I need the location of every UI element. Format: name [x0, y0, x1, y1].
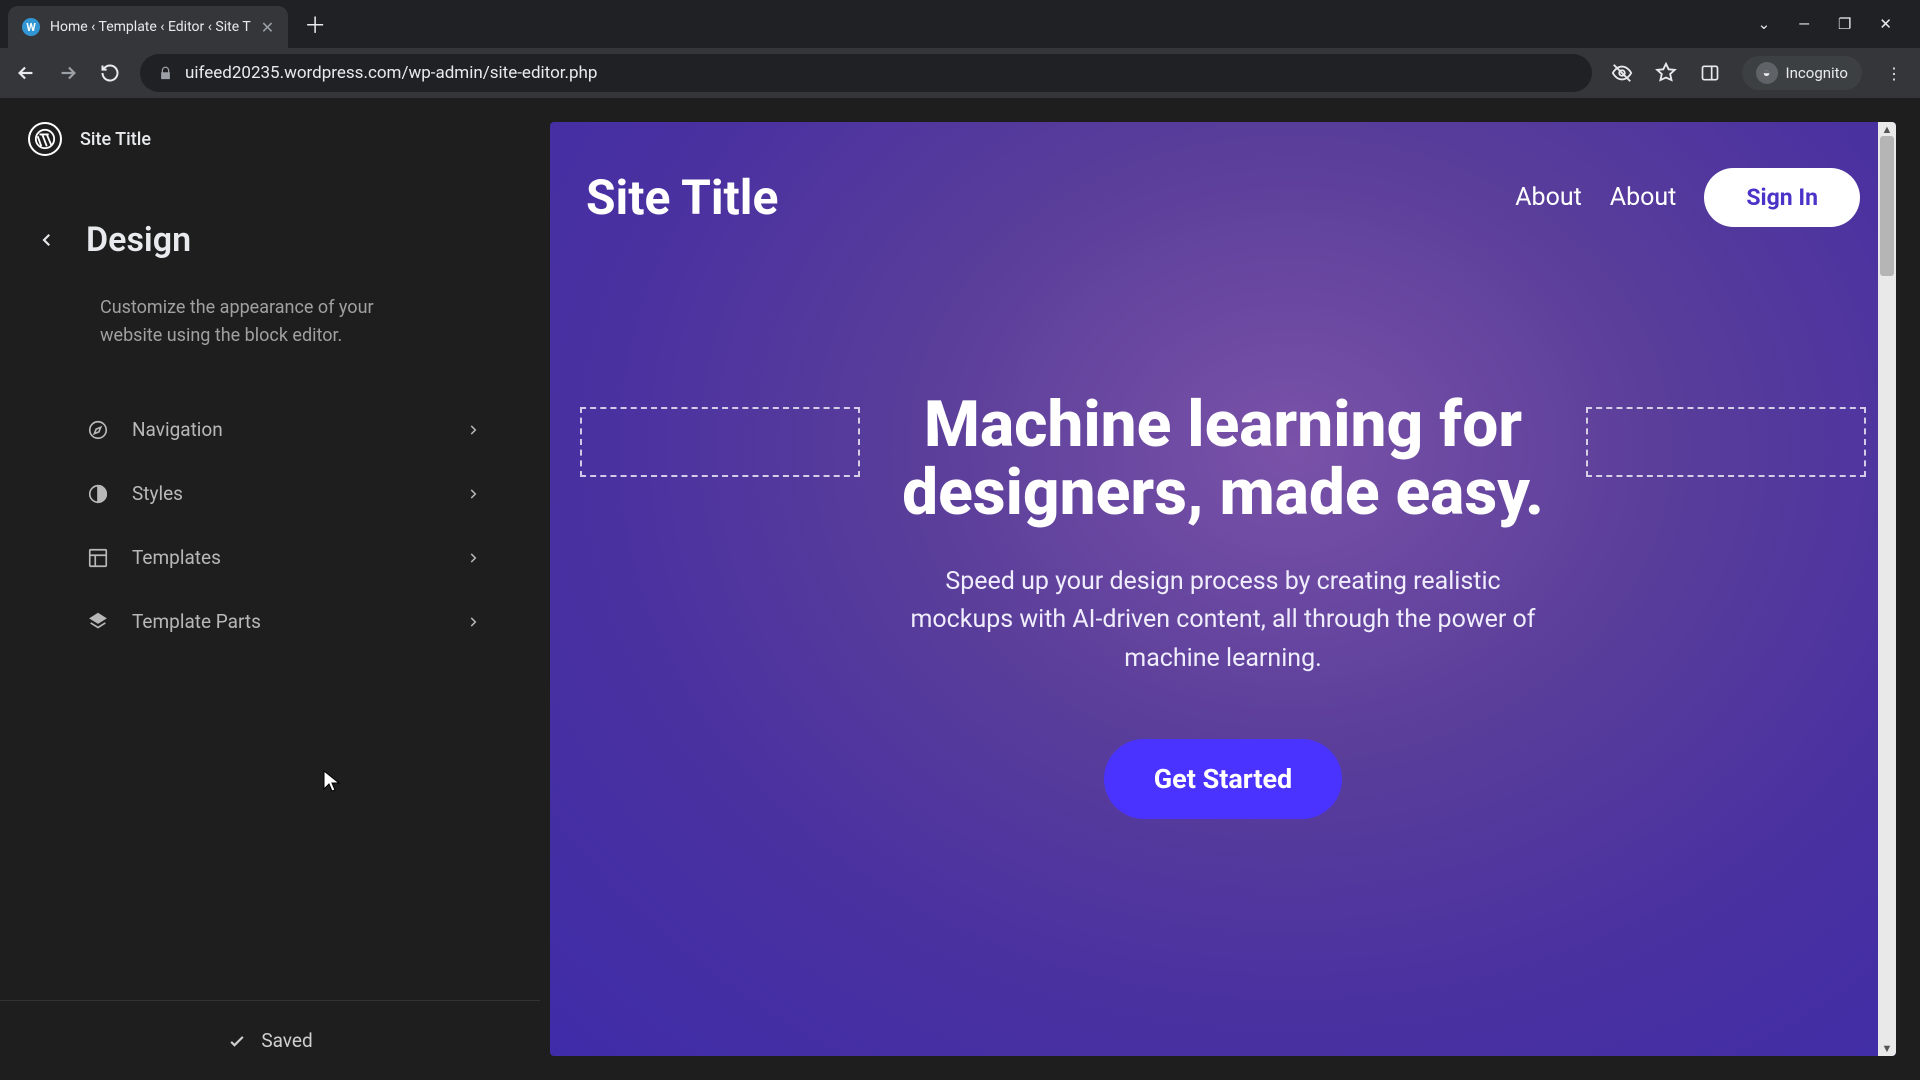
hero-title[interactable]: Machine learning for designers, made eas… [892, 391, 1554, 527]
back-icon[interactable] [14, 61, 38, 85]
sign-in-button[interactable]: Sign In [1704, 168, 1860, 227]
url-text: uifeed20235.wordpress.com/wp-admin/site-… [185, 63, 597, 83]
chevron-right-icon [466, 487, 480, 501]
close-window-icon[interactable]: ✕ [1879, 15, 1892, 33]
menu-label: Templates [132, 546, 444, 569]
incognito-badge[interactable]: ◒ Incognito [1742, 56, 1862, 90]
empty-block-placeholder-right[interactable] [1586, 407, 1866, 477]
menu-item-styles[interactable]: Styles [86, 462, 480, 526]
scroll-up-icon[interactable]: ▲ [1878, 123, 1896, 136]
save-status: Saved [0, 1000, 540, 1080]
scroll-down-icon[interactable]: ▼ [1878, 1042, 1896, 1055]
menu-item-templates[interactable]: Templates [86, 526, 480, 590]
preview-header: Site Title About About Sign In [550, 122, 1896, 227]
menu-item-navigation[interactable]: Navigation [86, 398, 480, 462]
design-sidebar: Site Title Design Customize the appearan… [0, 98, 540, 1080]
menu-label: Template Parts [132, 610, 444, 633]
check-icon [227, 1031, 247, 1051]
hero-content: Machine learning for designers, made eas… [886, 407, 1560, 819]
hero-row: Machine learning for designers, made eas… [550, 407, 1896, 819]
incognito-icon: ◒ [1756, 62, 1778, 84]
tab-title: Home ‹ Template ‹ Editor ‹ Site T [50, 19, 251, 35]
reload-icon[interactable] [98, 61, 122, 85]
tab-search-icon[interactable]: ⌄ [1758, 15, 1771, 33]
forward-icon[interactable] [56, 61, 80, 85]
bookmark-star-icon[interactable] [1654, 61, 1678, 85]
close-tab-icon[interactable]: ✕ [261, 18, 274, 37]
preview-scrollbar[interactable]: ▲ ▼ [1878, 122, 1896, 1056]
minimize-icon[interactable]: ― [1798, 15, 1810, 33]
maximize-icon[interactable]: ❐ [1838, 15, 1851, 33]
wp-header: Site Title [0, 98, 540, 180]
side-panel-icon[interactable] [1698, 61, 1722, 85]
get-started-button[interactable]: Get Started [1104, 739, 1343, 819]
tab-bar: W Home ‹ Template ‹ Editor ‹ Site T ✕ ＋ … [0, 0, 1920, 48]
window-controls: ⌄ ― ❐ ✕ [1758, 15, 1912, 33]
incognito-label: Incognito [1786, 64, 1848, 82]
menu-item-template-parts[interactable]: Template Parts [86, 590, 480, 654]
layout-icon [86, 546, 110, 570]
lock-icon [158, 66, 173, 81]
menu-label: Styles [132, 482, 444, 505]
scroll-thumb[interactable] [1880, 136, 1894, 276]
nav-link-about-2[interactable]: About [1610, 183, 1677, 212]
wordpress-logo-icon[interactable] [28, 122, 62, 156]
eye-off-icon[interactable] [1610, 61, 1634, 85]
contrast-icon [86, 482, 110, 506]
panel-description: Customize the appearance of your website… [0, 270, 540, 380]
url-input[interactable]: uifeed20235.wordpress.com/wp-admin/site-… [140, 54, 1592, 92]
preview-wrap: Site Title About About Sign In Machine l… [540, 98, 1920, 1080]
chevron-right-icon [466, 615, 480, 629]
design-menu: Navigation Styles Templates [0, 380, 540, 654]
panel-back-button[interactable] [38, 231, 56, 249]
browser-chrome: W Home ‹ Template ‹ Editor ‹ Site T ✕ ＋ … [0, 0, 1920, 98]
diamond-stack-icon [86, 610, 110, 634]
hero-subtitle[interactable]: Speed up your design process by creating… [893, 563, 1553, 679]
preview-site-title[interactable]: Site Title [586, 169, 778, 226]
site-title-text: Site Title [80, 129, 151, 150]
site-preview[interactable]: Site Title About About Sign In Machine l… [550, 122, 1896, 1056]
wordpress-favicon-icon: W [22, 18, 40, 36]
menu-label: Navigation [132, 418, 444, 441]
empty-block-placeholder-left[interactable] [580, 407, 860, 477]
nav-link-about-1[interactable]: About [1515, 183, 1582, 212]
kebab-menu-icon[interactable]: ⋮ [1882, 61, 1906, 85]
browser-tab[interactable]: W Home ‹ Template ‹ Editor ‹ Site T ✕ [8, 6, 288, 48]
saved-label: Saved [261, 1029, 312, 1052]
site-editor-app: Site Title Design Customize the appearan… [0, 98, 1920, 1080]
new-tab-button[interactable]: ＋ [304, 8, 326, 40]
chevron-right-icon [466, 423, 480, 437]
chevron-right-icon [466, 551, 480, 565]
address-bar: uifeed20235.wordpress.com/wp-admin/site-… [0, 48, 1920, 98]
compass-icon [86, 418, 110, 442]
preview-nav: About About Sign In [1515, 168, 1860, 227]
panel-title: Design [86, 220, 191, 260]
